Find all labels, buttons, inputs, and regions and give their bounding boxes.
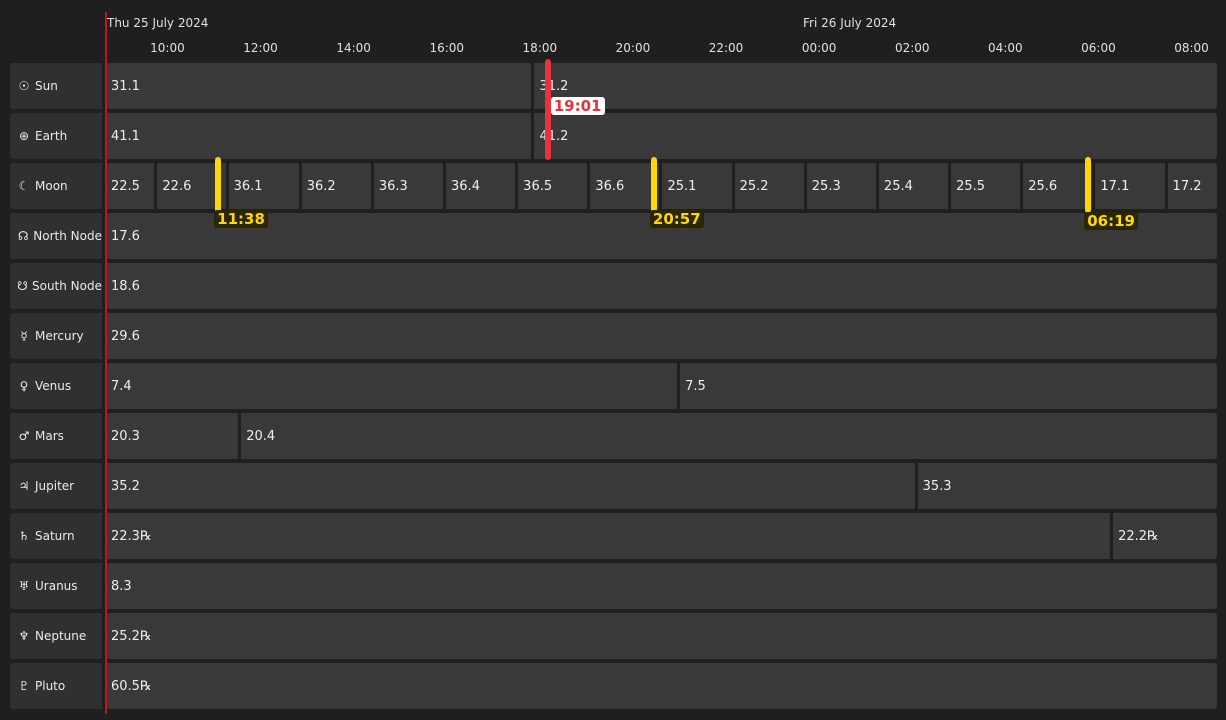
moon-change-marker xyxy=(650,157,657,213)
cell-jupiter[interactable]: 35.2 xyxy=(106,463,915,509)
earth-icon: ⊕ xyxy=(18,129,30,143)
mars-icon: ♂ xyxy=(18,429,30,443)
row-label-moon[interactable]: ☾ Moon xyxy=(10,163,102,209)
moon-change-label: 20:57 xyxy=(649,210,704,228)
cell-jupiter[interactable]: 35.3 xyxy=(917,463,1217,509)
cell-moon[interactable]: 36.4 xyxy=(446,163,516,209)
row-label-north-node[interactable]: ☊ North Node xyxy=(10,213,102,259)
cell-venus[interactable]: 7.4 xyxy=(106,363,678,409)
row-label-pluto[interactable]: ♇ Pluto xyxy=(10,663,102,709)
row-label-venus[interactable]: ♀ Venus xyxy=(10,363,102,409)
cell-saturn[interactable]: 22.3℞ xyxy=(106,513,1111,559)
cell-venus[interactable]: 7.5 xyxy=(680,363,1217,409)
row-label-sun[interactable]: ☉ Sun xyxy=(10,63,102,109)
row-label-text: Pluto xyxy=(35,679,66,693)
hour-tick-label: 00:00 xyxy=(801,41,837,55)
row-label-text: Venus xyxy=(35,379,72,393)
row-label-earth[interactable]: ⊕ Earth xyxy=(10,113,102,159)
hour-tick-label: 20:00 xyxy=(615,41,651,55)
hour-tick-label: 14:00 xyxy=(336,41,371,55)
cell-south-node[interactable]: 18.6 xyxy=(106,263,1217,309)
row-label-uranus[interactable]: ♅ Uranus xyxy=(10,563,102,609)
sun-icon: ☉ xyxy=(18,79,30,93)
row-label-text: South Node xyxy=(31,279,102,293)
moon-change-marker xyxy=(1085,157,1092,213)
cell-moon[interactable]: 17.2 xyxy=(1167,163,1217,209)
row-label-text: Saturn xyxy=(35,529,75,543)
cell-moon[interactable]: 36.3 xyxy=(373,163,443,209)
cell-moon[interactable]: 25.2 xyxy=(734,163,804,209)
cell-moon[interactable]: 36.6 xyxy=(590,163,660,209)
cell-moon[interactable]: 17.1 xyxy=(1095,163,1165,209)
cell-moon[interactable]: 25.4 xyxy=(878,163,949,209)
hour-tick-label: 16:00 xyxy=(429,41,465,55)
cell-moon[interactable]: 36.2 xyxy=(301,163,371,209)
cell-moon[interactable]: 25.6 xyxy=(1023,163,1093,209)
row-label-text: Neptune xyxy=(35,629,87,643)
cell-moon[interactable]: 25.1 xyxy=(662,163,732,209)
hour-tick-label: 08:00 xyxy=(1174,41,1209,55)
cell-moon[interactable]: 25.3 xyxy=(806,163,876,209)
row-label-text: Uranus xyxy=(35,579,78,593)
date-label: Fri 26 July 2024 xyxy=(803,16,897,30)
neptune-icon: ♆ xyxy=(18,629,30,643)
moon-change-marker xyxy=(215,157,222,213)
hour-tick-label: 18:00 xyxy=(522,41,558,55)
row-label-mars[interactable]: ♂ Mars xyxy=(10,413,102,459)
uranus-icon: ♅ xyxy=(18,579,30,593)
cell-mars[interactable]: 20.4 xyxy=(241,413,1217,459)
cell-neptune[interactable]: 25.2℞ xyxy=(106,613,1217,659)
pluto-icon: ♇ xyxy=(18,679,30,693)
current-time-marker xyxy=(544,59,551,160)
timeline-start-line xyxy=(105,12,107,714)
cell-moon[interactable]: 36.1 xyxy=(228,163,299,209)
date-label: Thu 25 July 2024 xyxy=(107,16,209,30)
cell-saturn[interactable]: 22.2℞ xyxy=(1113,513,1217,559)
cell-moon[interactable]: 25.5 xyxy=(951,163,1021,209)
cell-uranus[interactable]: 8.3 xyxy=(106,563,1217,609)
north-node-icon: ☊ xyxy=(17,229,29,243)
hour-tick-label: 22:00 xyxy=(708,41,744,55)
jupiter-icon: ♃ xyxy=(18,479,30,493)
mercury-icon: ☿ xyxy=(20,329,28,343)
cell-earth[interactable]: 41.2 xyxy=(534,113,1217,159)
row-label-text: Jupiter xyxy=(35,479,75,493)
row-label-mercury[interactable]: ☿ Mercury xyxy=(10,313,102,359)
venus-icon: ♀ xyxy=(19,379,29,393)
cell-moon[interactable]: 36.5 xyxy=(518,163,588,209)
cell-moon[interactable]: 22.5 xyxy=(106,163,155,209)
cell-mars[interactable]: 20.3 xyxy=(106,413,239,459)
cell-pluto[interactable]: 60.5℞ xyxy=(106,663,1217,709)
cell-sun[interactable]: 31.2 xyxy=(534,63,1217,109)
row-label-jupiter[interactable]: ♃ Jupiter xyxy=(10,463,102,509)
south-node-icon: ☋ xyxy=(17,279,28,293)
row-label-text: Mars xyxy=(35,429,64,443)
cell-earth[interactable]: 41.1 xyxy=(106,113,532,159)
current-time-label: 19:01 xyxy=(550,97,605,115)
hour-tick-label: 12:00 xyxy=(243,41,278,55)
row-label-south-node[interactable]: ☋ South Node xyxy=(10,263,102,309)
hour-tick-label: 02:00 xyxy=(894,41,930,55)
saturn-icon: ♄ xyxy=(18,529,30,543)
row-label-text: Mercury xyxy=(35,329,84,343)
hour-tick-label: 06:00 xyxy=(1081,41,1116,55)
moon-change-label: 11:38 xyxy=(214,210,268,228)
row-label-saturn[interactable]: ♄ Saturn xyxy=(10,513,102,559)
moon-icon: ☾ xyxy=(18,179,30,193)
hour-tick-label: 10:00 xyxy=(150,41,185,55)
hour-tick-label: 04:00 xyxy=(988,41,1023,55)
row-label-text: North Node xyxy=(33,229,102,243)
row-label-text: Earth xyxy=(35,129,68,143)
cell-sun[interactable]: 31.1 xyxy=(106,63,532,109)
row-label-text: Sun xyxy=(35,79,58,93)
row-label-neptune[interactable]: ♆ Neptune xyxy=(10,613,102,659)
row-label-text: Moon xyxy=(35,179,68,193)
cell-mercury[interactable]: 29.6 xyxy=(106,313,1217,359)
moon-change-label: 06:19 xyxy=(1084,212,1138,230)
